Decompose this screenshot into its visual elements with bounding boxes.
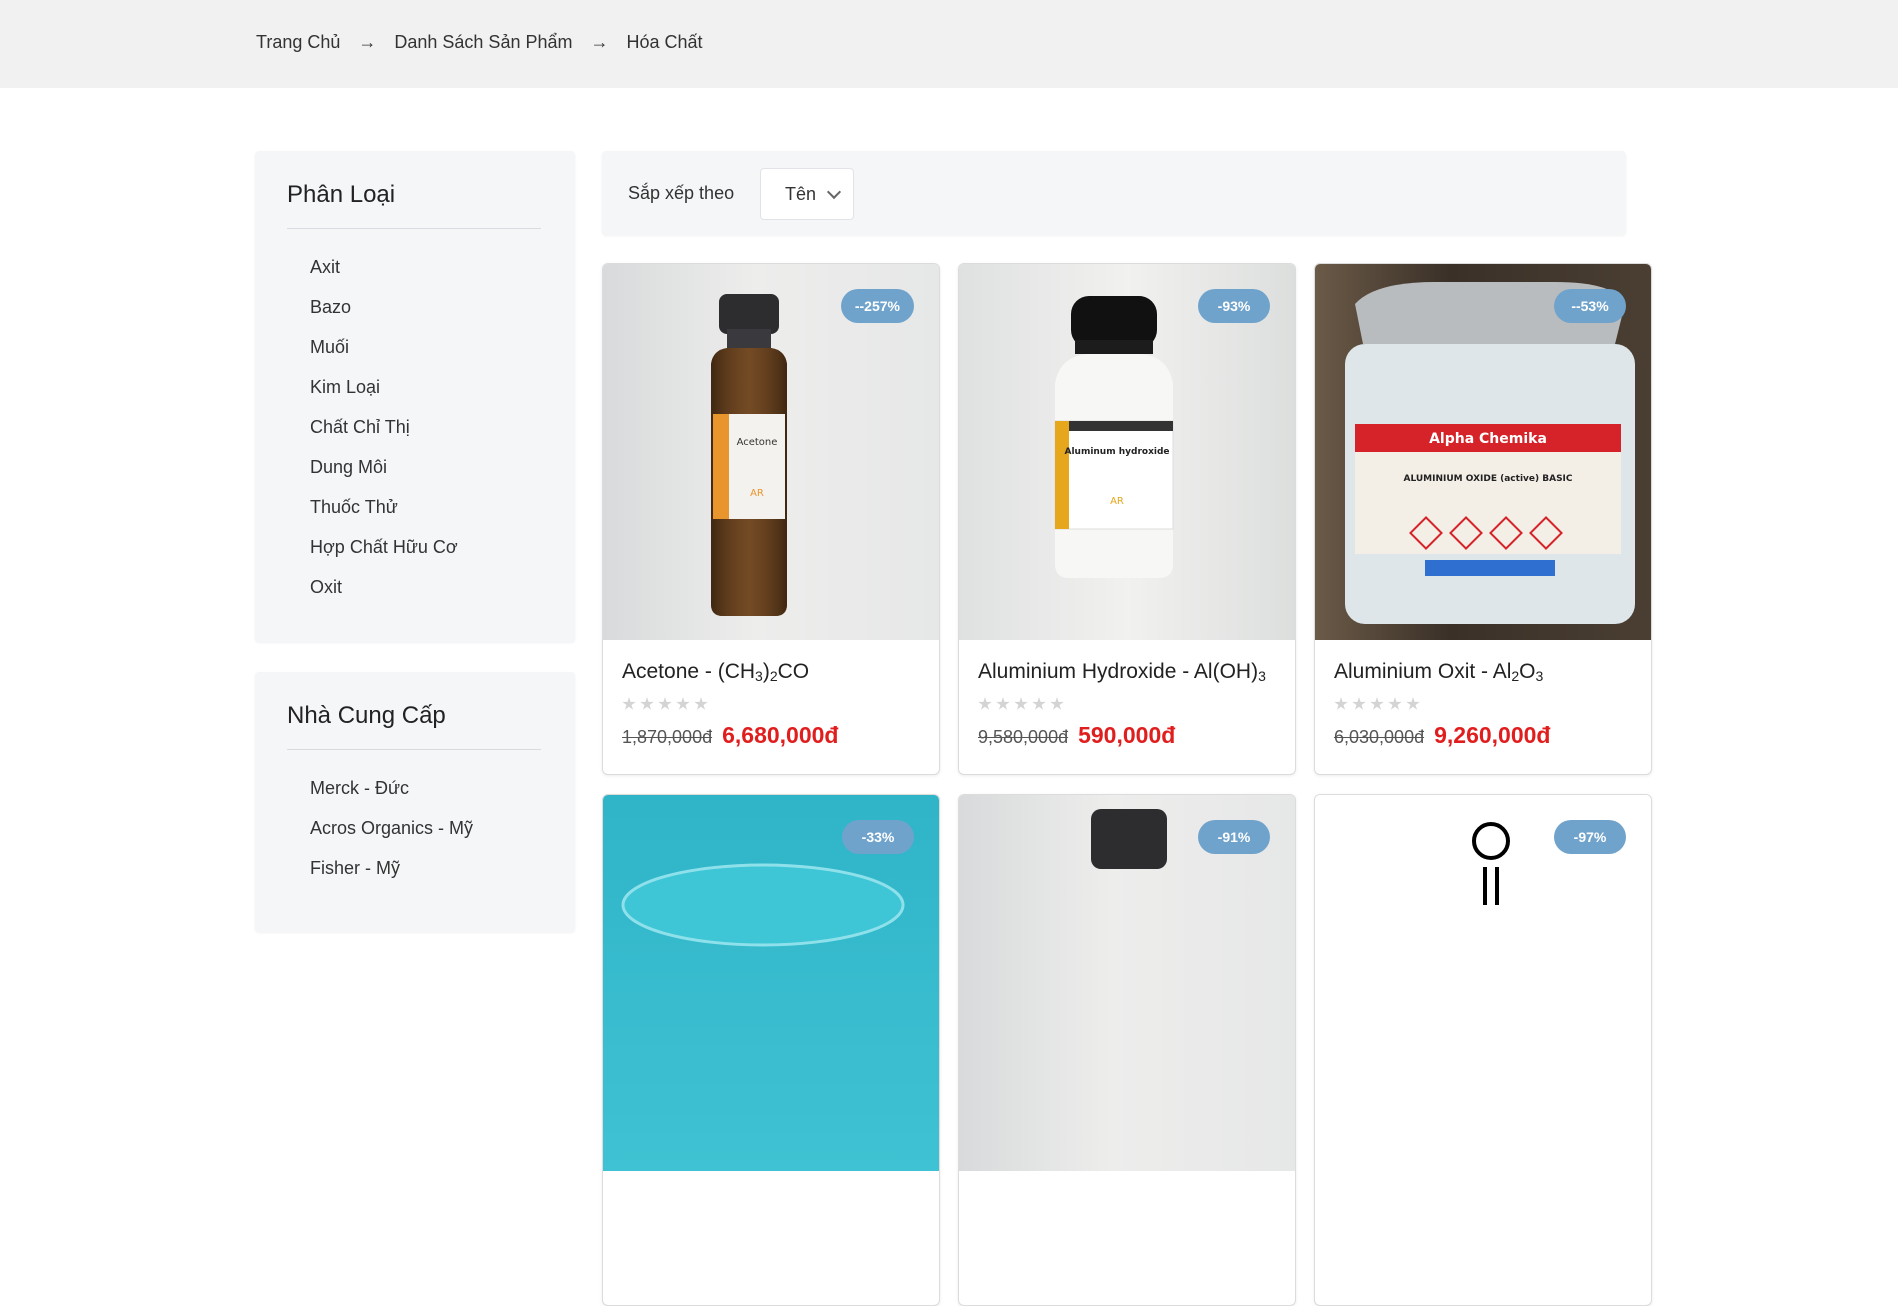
category-item-oxit[interactable]: Oxit <box>310 567 458 607</box>
jar-brand-text: Alpha Chemika <box>1429 431 1547 447</box>
new-price: 6,680,000đ <box>722 722 839 748</box>
supplier-title: Nhà Cung Cấp <box>287 702 446 729</box>
supplier-item-acros[interactable]: Acros Organics - Mỹ <box>310 808 473 848</box>
sort-selected-value: Tên <box>785 183 817 204</box>
divider <box>287 749 541 750</box>
product-name[interactable]: Aluminium Oxit - Al2O3 <box>1334 660 1543 684</box>
product-card[interactable]: -91% <box>958 794 1296 1306</box>
product-card[interactable]: Aluminum hydroxide AR -93% Aluminium Hyd… <box>958 263 1296 775</box>
product-name[interactable]: Acetone - (CH3)2CO <box>622 660 809 684</box>
arrow-right-icon: → <box>358 32 377 52</box>
product-card[interactable]: Acetone AR --257% Acetone - (CH3)2CO 1,8… <box>602 263 940 775</box>
sort-bar: Sắp xếp theo Tên <box>602 151 1626 235</box>
star-icon <box>978 697 992 710</box>
old-price: 1,870,000đ <box>622 727 713 747</box>
star-icon <box>1352 697 1366 710</box>
rating-stars <box>622 697 708 711</box>
category-list: Axit Bazo Muối Kim Loại Chất Chỉ Thị Dun… <box>310 247 458 607</box>
breadcrumb: Trang Chủ → Danh Sách Sản Phẩm → Hóa Chấ… <box>256 32 703 53</box>
rating-stars <box>978 697 1064 711</box>
category-panel: Phân Loại Axit Bazo Muối Kim Loại Chất C… <box>255 151 575 642</box>
divider <box>287 228 541 229</box>
jar-label-text: ALUMINIUM OXIDE (active) BASIC <box>1403 474 1572 484</box>
category-item-muoi[interactable]: Muối <box>310 327 458 367</box>
star-icon <box>1014 697 1028 710</box>
product-card[interactable]: -97% <box>1314 794 1652 1306</box>
star-icon <box>1032 697 1046 710</box>
star-icon <box>996 697 1010 710</box>
star-icon <box>676 697 690 710</box>
bottle-label-text: Acetone <box>737 437 778 448</box>
supplier-item-merck[interactable]: Merck - Đức <box>310 768 473 808</box>
new-price: 590,000đ <box>1078 722 1176 748</box>
discount-badge: -93% <box>1198 289 1270 323</box>
chevron-down-icon <box>826 184 842 200</box>
bottle-grade-text: AR <box>750 488 764 499</box>
bottle-grade-text: AR <box>1110 496 1124 507</box>
old-price: 6,030,000đ <box>1334 727 1425 747</box>
discount-badge: -97% <box>1554 820 1626 854</box>
price-row: 9,580,000đ 590,000đ <box>978 722 1175 749</box>
discount-badge: -91% <box>1198 820 1270 854</box>
star-icon <box>1388 697 1402 710</box>
discount-badge: --257% <box>840 289 914 323</box>
category-item-dung-moi[interactable]: Dung Môi <box>310 447 458 487</box>
star-icon <box>1406 697 1420 710</box>
price-row: 6,030,000đ 9,260,000đ <box>1334 722 1550 749</box>
star-icon <box>640 697 654 710</box>
star-icon <box>1370 697 1384 710</box>
new-price: 9,260,000đ <box>1434 722 1551 748</box>
rating-stars <box>1334 697 1420 711</box>
breadcrumb-bar: Trang Chủ → Danh Sách Sản Phẩm → Hóa Chấ… <box>0 0 1898 88</box>
category-title: Phân Loại <box>287 181 396 208</box>
category-item-kim-loai[interactable]: Kim Loại <box>310 367 458 407</box>
star-icon <box>694 697 708 710</box>
product-card[interactable]: Alpha Chemika ALUMINIUM OXIDE (active) B… <box>1314 263 1652 775</box>
star-icon <box>622 697 636 710</box>
star-icon <box>1050 697 1064 710</box>
category-item-hop-chat-huu-co[interactable]: Hợp Chất Hữu Cơ <box>310 527 458 567</box>
product-card[interactable]: -33% <box>602 794 940 1306</box>
breadcrumb-products-link[interactable]: Danh Sách Sản Phẩm <box>394 32 572 53</box>
sort-select[interactable]: Tên <box>760 168 854 220</box>
product-name[interactable]: Aluminium Hydroxide - Al(OH)3 <box>978 660 1266 684</box>
old-price: 9,580,000đ <box>978 727 1069 747</box>
star-icon <box>1334 697 1348 710</box>
arrow-right-icon: → <box>590 32 609 52</box>
supplier-panel: Nhà Cung Cấp Merck - Đức Acros Organics … <box>255 672 575 932</box>
discount-badge: -33% <box>842 820 914 854</box>
discount-badge: --53% <box>1554 289 1626 323</box>
category-item-bazo[interactable]: Bazo <box>310 287 458 327</box>
breadcrumb-home-link[interactable]: Trang Chủ <box>256 32 340 53</box>
category-item-chat-chi-thi[interactable]: Chất Chỉ Thị <box>310 407 458 447</box>
supplier-list: Merck - Đức Acros Organics - Mỹ Fisher -… <box>310 768 473 888</box>
category-item-thuoc-thu[interactable]: Thuốc Thử <box>310 487 458 527</box>
price-row: 1,870,000đ 6,680,000đ <box>622 722 838 749</box>
star-icon <box>658 697 672 710</box>
supplier-item-fisher[interactable]: Fisher - Mỹ <box>310 848 473 888</box>
breadcrumb-current: Hóa Chất <box>626 32 703 52</box>
sort-label: Sắp xếp theo <box>628 183 735 203</box>
bottle-label-text: Aluminum hydroxide <box>1064 447 1169 457</box>
category-item-axit[interactable]: Axit <box>310 247 458 287</box>
